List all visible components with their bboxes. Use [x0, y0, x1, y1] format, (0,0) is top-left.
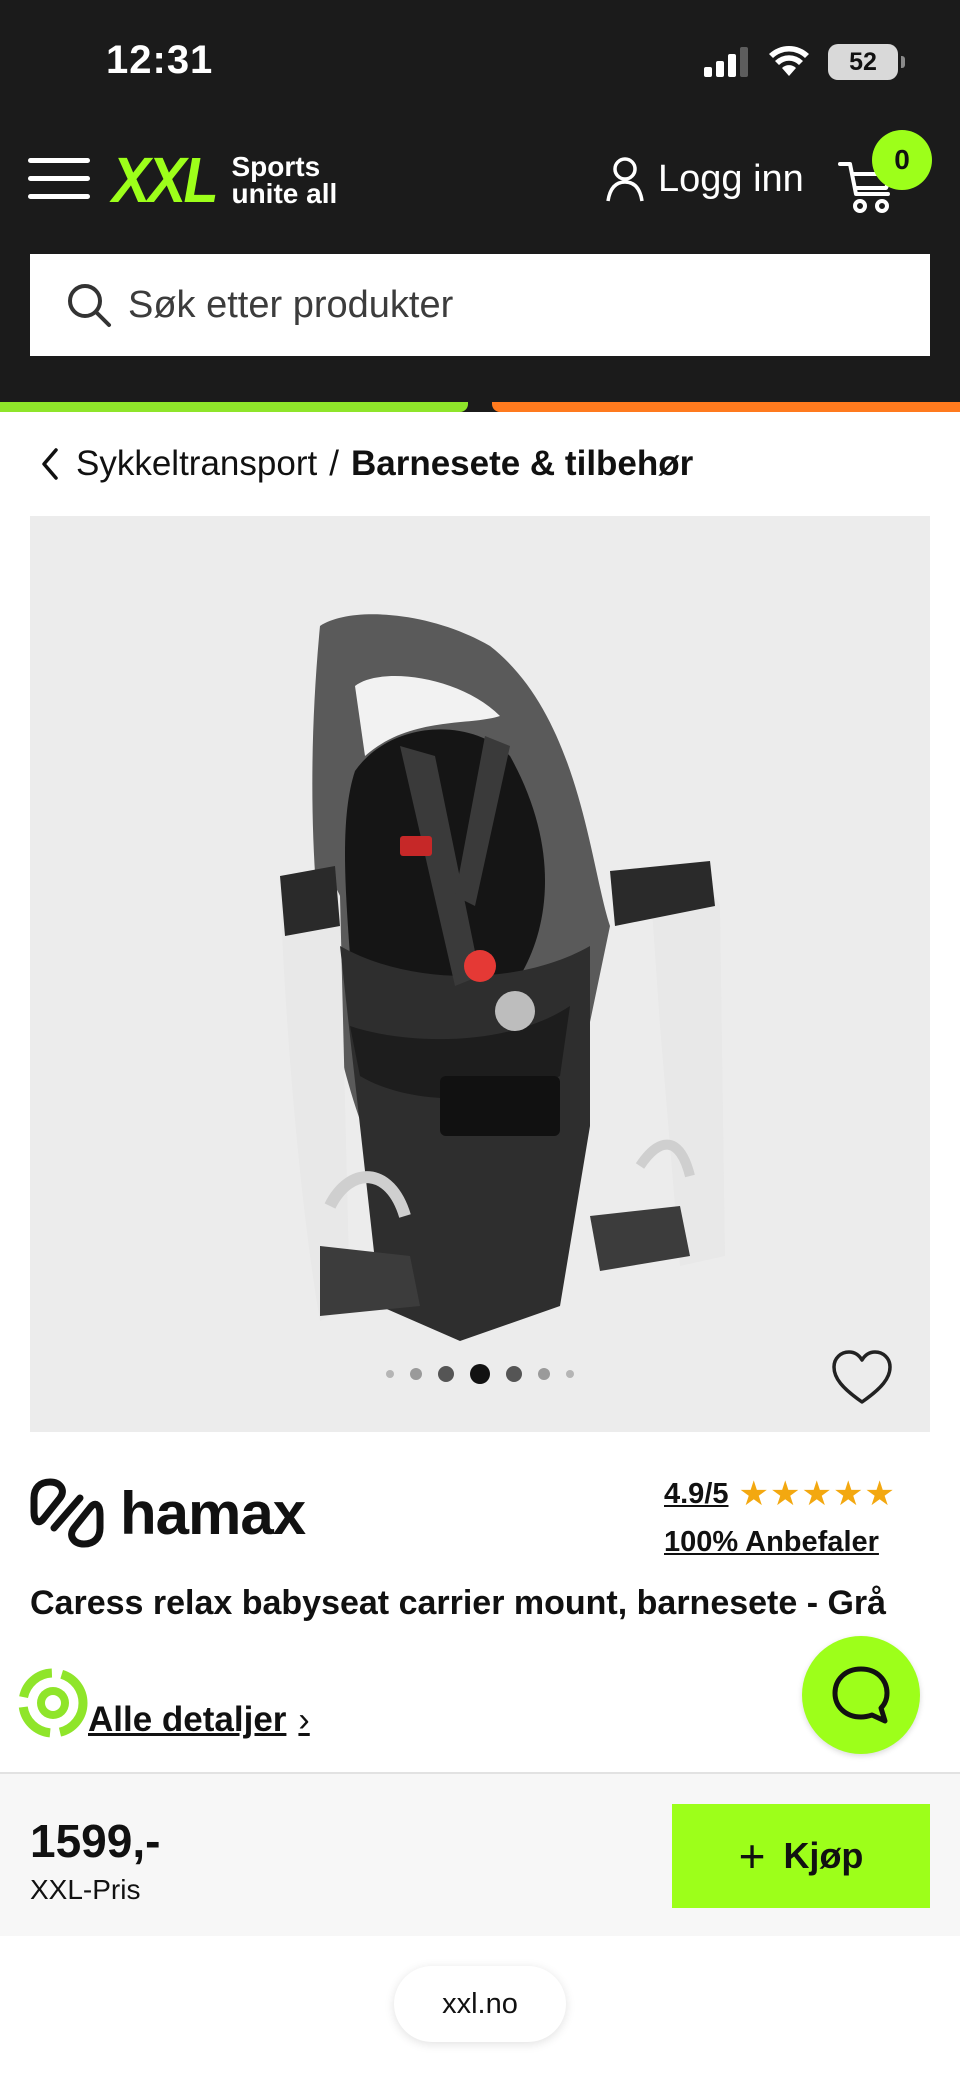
product-image-gallery[interactable] — [30, 516, 930, 1432]
chat-bubble-icon — [832, 1666, 890, 1724]
cart-count-badge: 0 — [872, 130, 932, 190]
buy-button[interactable]: + Kjøp — [672, 1804, 930, 1908]
chevron-left-icon[interactable] — [38, 446, 62, 482]
search-input[interactable] — [128, 283, 888, 327]
breadcrumb-parent-link[interactable]: Sykkeltransport — [76, 444, 317, 484]
breadcrumb-separator: / — [329, 444, 339, 483]
logo-tagline-line-2: unite all — [231, 178, 338, 209]
gallery-dot-active[interactable] — [470, 1364, 490, 1384]
rating-score[interactable]: 4.9/5 — [664, 1478, 729, 1511]
accent-stripe-green — [0, 402, 468, 412]
recommend-percentage[interactable]: 100% Anbefaler — [664, 1526, 896, 1559]
brand-name: hamax — [120, 1479, 306, 1547]
wifi-icon — [769, 46, 809, 76]
all-details-link[interactable]: Alle detaljer › — [88, 1700, 310, 1740]
hamax-brand-logo[interactable]: hamax — [30, 1474, 340, 1552]
browser-url-bar[interactable]: xxl.no — [394, 1966, 566, 2042]
login-button[interactable]: Logg inn — [606, 156, 804, 202]
breadcrumb: Sykkeltransport / Barnesete & tilbehør — [38, 444, 693, 484]
cellular-signal-icon — [704, 47, 748, 77]
battery-icon: 52 — [828, 44, 905, 80]
search-bar[interactable] — [30, 254, 930, 356]
chat-button[interactable] — [802, 1636, 920, 1754]
gallery-dot[interactable] — [410, 1368, 422, 1380]
product-image-bike-seat — [280, 614, 725, 1341]
gallery-pagination — [30, 1364, 930, 1384]
logo-tagline: Sports unite all — [231, 153, 338, 209]
hamburger-menu-icon[interactable] — [28, 158, 90, 202]
status-time: 12:31 — [106, 38, 214, 82]
product-price: 1599,- — [30, 1815, 161, 1867]
plus-icon: + — [738, 1830, 766, 1882]
breadcrumb-current: Barnesete & tilbehør — [350, 444, 694, 483]
status-icons: 52 — [704, 44, 905, 80]
logo-wordmark: XXL — [112, 144, 219, 216]
all-details-label: Alle detaljer — [88, 1700, 287, 1739]
login-label: Logg inn — [658, 157, 804, 200]
gallery-dot[interactable] — [506, 1366, 522, 1382]
gallery-dot[interactable] — [538, 1368, 550, 1380]
eco-badge-icon[interactable] — [18, 1668, 88, 1738]
xxl-logo[interactable]: XXL Sports unite all — [112, 148, 337, 212]
gallery-dot[interactable] — [438, 1366, 454, 1382]
user-icon — [606, 157, 644, 202]
search-icon — [68, 284, 111, 327]
rating-stars-icon: ★★★★★ — [738, 1475, 896, 1513]
buy-bar: 1599,- XXL-Pris + Kjøp — [0, 1772, 960, 1936]
product-title: Caress relax babyseat carrier mount, bar… — [30, 1584, 887, 1622]
battery-level: 52 — [849, 48, 877, 76]
gallery-dot[interactable] — [386, 1370, 394, 1378]
buy-button-label: Kjøp — [783, 1835, 864, 1876]
rating-summary[interactable]: 4.9/5 ★★★★★ 100% Anbefaler — [664, 1474, 896, 1559]
heart-icon[interactable] — [832, 1350, 892, 1406]
hamax-logo-icon — [30, 1478, 104, 1548]
accent-stripe-orange — [492, 402, 960, 412]
chevron-right-icon: › — [298, 1700, 310, 1739]
price-label: XXL-Pris — [30, 1874, 141, 1905]
site-header: 12:31 52 XXL Sports unite all Logg inn 0… — [0, 0, 960, 412]
gallery-dot[interactable] — [566, 1370, 574, 1378]
